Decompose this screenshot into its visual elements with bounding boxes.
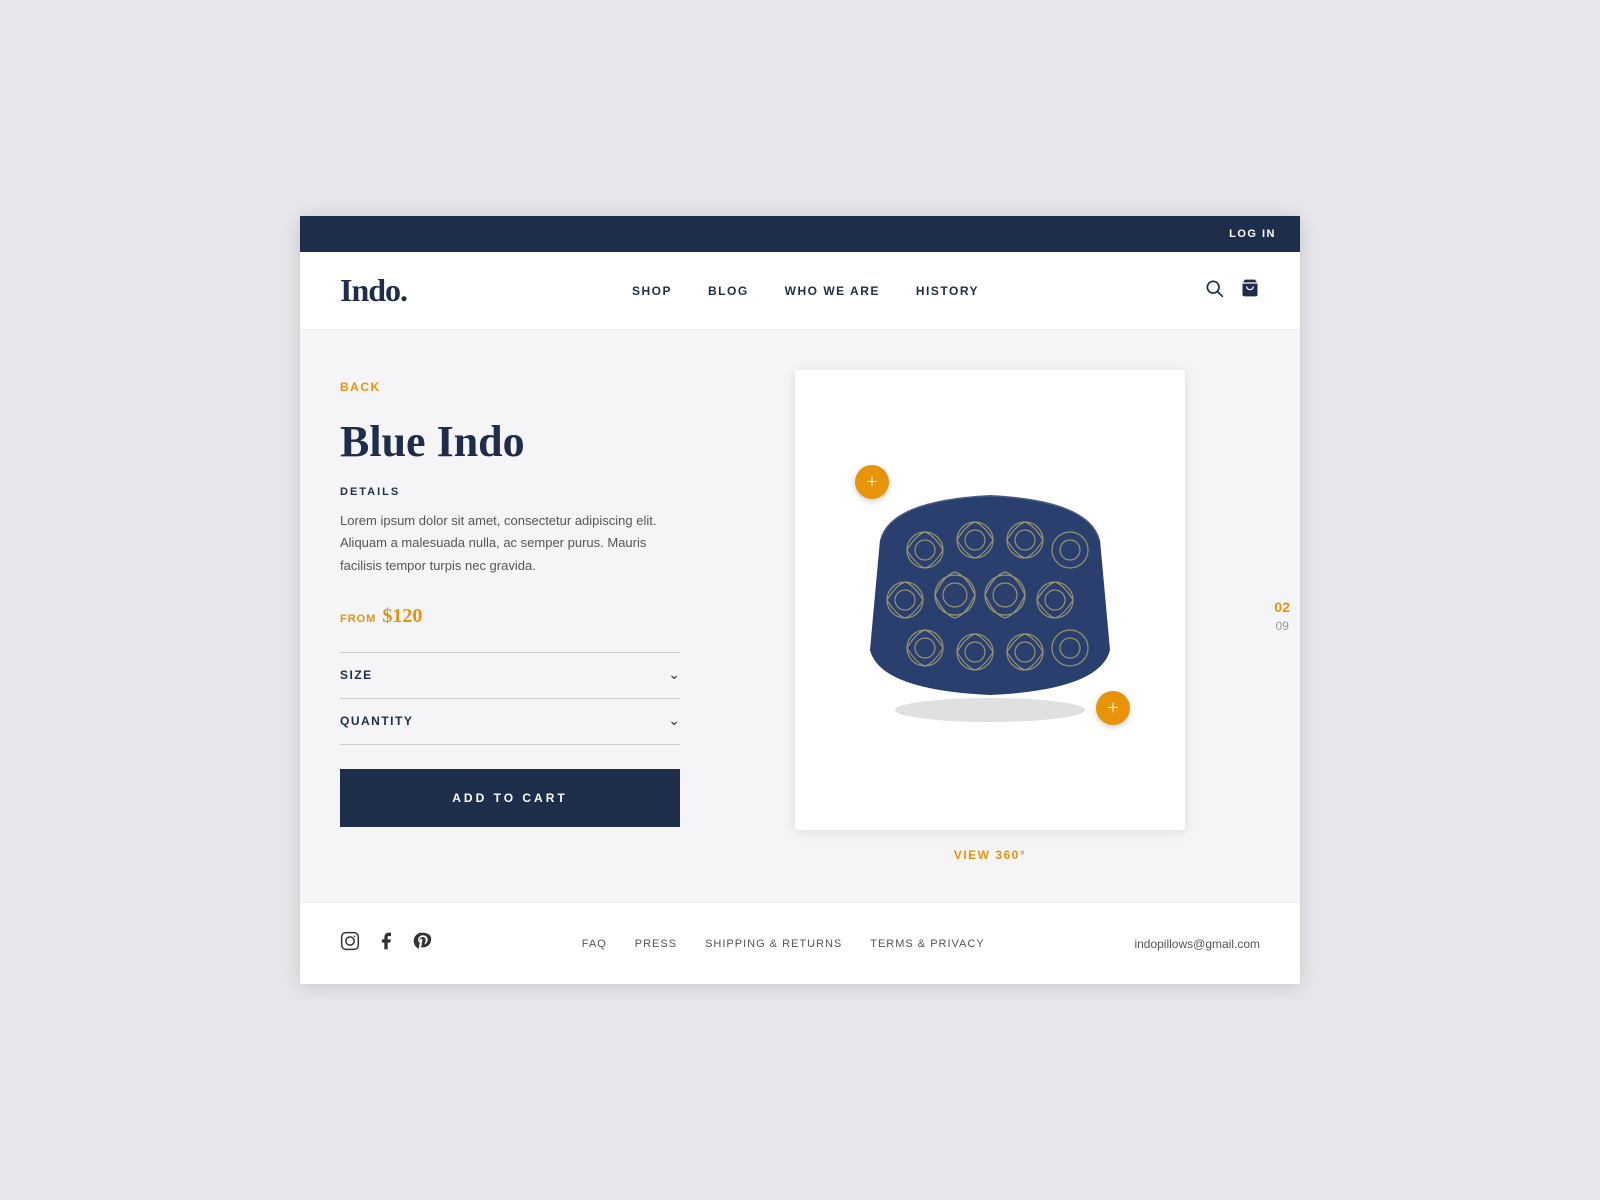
nav-who-we-are[interactable]: WHO WE ARE <box>785 284 880 298</box>
footer-faq[interactable]: FAQ <box>582 938 607 950</box>
quantity-label: QUANTITY <box>340 714 413 728</box>
product-title: Blue Indo <box>340 418 680 466</box>
nav-shop[interactable]: SHOP <box>632 284 672 298</box>
nav-icons <box>1204 278 1260 303</box>
login-button[interactable]: LOG IN <box>1229 228 1276 240</box>
nav-history[interactable]: HISTORY <box>916 284 979 298</box>
footer-press[interactable]: PRESS <box>635 938 677 950</box>
logo[interactable]: Indo. <box>340 272 407 309</box>
header: Indo. SHOP BLOG WHO WE ARE HISTORY <box>300 252 1300 330</box>
price-row: FROM $120 <box>340 605 680 628</box>
footer-email[interactable]: indopillows@gmail.com <box>1134 937 1260 951</box>
search-icon[interactable] <box>1204 278 1224 303</box>
pagination: 02 09 <box>1274 599 1290 633</box>
back-link[interactable]: BACK <box>340 380 680 394</box>
cart-icon[interactable] <box>1240 278 1260 303</box>
footer-shipping[interactable]: SHIPPING & RETURNS <box>705 938 842 950</box>
size-label: SIZE <box>340 668 373 682</box>
add-to-cart-button[interactable]: ADD TO CART <box>340 769 680 827</box>
pinterest-icon[interactable] <box>412 931 432 956</box>
plus-button-1[interactable]: + <box>855 465 889 499</box>
page-current: 02 <box>1274 599 1290 615</box>
footer: FAQ PRESS SHIPPING & RETURNS TERMS & PRI… <box>300 902 1300 984</box>
facebook-icon[interactable] <box>376 931 396 956</box>
main-nav: SHOP BLOG WHO WE ARE HISTORY <box>632 284 979 298</box>
product-image <box>860 470 1120 730</box>
right-panel: + + VIEW 360° 02 09 <box>720 370 1260 862</box>
footer-links: FAQ PRESS SHIPPING & RETURNS TERMS & PRI… <box>582 938 985 950</box>
instagram-icon[interactable] <box>340 931 360 956</box>
footer-social <box>340 931 432 956</box>
quantity-select[interactable]: QUANTITY ⌄ <box>340 699 680 745</box>
quantity-chevron-icon: ⌄ <box>668 713 680 730</box>
page-wrapper: LOG IN Indo. SHOP BLOG WHO WE ARE HISTOR… <box>300 216 1300 984</box>
details-label: DETAILS <box>340 486 680 498</box>
footer-terms[interactable]: TERMS & PRIVACY <box>870 938 984 950</box>
from-label: FROM <box>340 613 376 625</box>
view-360-link[interactable]: VIEW 360° <box>954 848 1026 862</box>
product-description: Lorem ipsum dolor sit amet, consectetur … <box>340 510 680 576</box>
left-panel: BACK Blue Indo DETAILS Lorem ipsum dolor… <box>340 370 680 862</box>
price-value: $120 <box>382 605 422 628</box>
nav-blog[interactable]: BLOG <box>708 284 749 298</box>
plus-button-2[interactable]: + <box>1096 691 1130 725</box>
top-bar: LOG IN <box>300 216 1300 252</box>
page-total: 09 <box>1276 619 1289 633</box>
size-select[interactable]: SIZE ⌄ <box>340 653 680 699</box>
main-content: BACK Blue Indo DETAILS Lorem ipsum dolor… <box>300 330 1300 902</box>
product-image-card: + + <box>795 370 1185 830</box>
size-chevron-icon: ⌄ <box>668 667 680 684</box>
